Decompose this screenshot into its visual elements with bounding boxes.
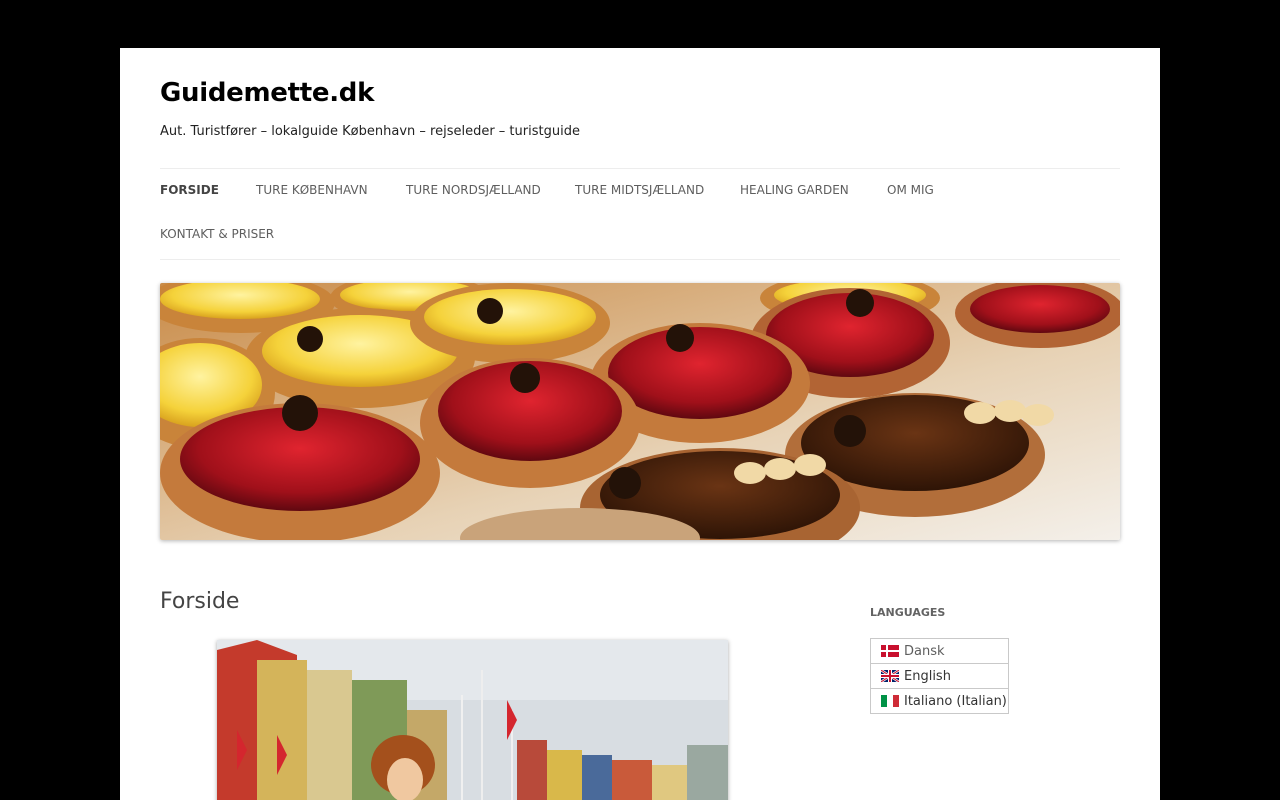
language-item-dansk[interactable]: Dansk — [871, 639, 1008, 664]
site-title-link[interactable]: Guidemette.dk — [160, 78, 374, 108]
uk-flag-icon — [881, 670, 899, 682]
header-image — [160, 283, 1120, 540]
language-label: Italiano (Italian) — [904, 694, 1007, 709]
nav-item-om-mig[interactable]: Om mig — [887, 183, 934, 197]
nav-item-forside[interactable]: Forside — [160, 183, 219, 197]
language-label: English — [904, 669, 951, 684]
nav-item-ture-midtsjaelland[interactable]: Ture Midtsjælland — [575, 183, 704, 197]
language-list: Dansk English Italiano (Italian) — [870, 638, 1009, 714]
nav-item-ture-nordsjaelland[interactable]: Ture Nordsjælland — [406, 183, 541, 197]
denmark-flag-icon — [881, 645, 899, 657]
page-title: Forside — [160, 589, 240, 614]
italy-flag-icon — [881, 695, 899, 707]
nyhavn-photo-illustration — [217, 640, 728, 800]
language-item-italiano[interactable]: Italiano (Italian) — [871, 689, 1008, 713]
languages-widget-title: Languages — [870, 606, 946, 619]
language-item-english[interactable]: English — [871, 664, 1008, 689]
language-label: Dansk — [904, 644, 945, 659]
tarts-header-illustration — [160, 283, 1120, 540]
nav-item-healing-garden[interactable]: Healing Garden — [740, 183, 849, 197]
main-navigation: Forside Ture København Ture Nordsjælland… — [160, 168, 1120, 260]
page-container: Guidemette.dk Aut. Turistfører – lokalgu… — [120, 48, 1160, 800]
site-tagline: Aut. Turistfører – lokalguide København … — [160, 124, 580, 139]
nav-item-kontakt-priser[interactable]: Kontakt & Priser — [160, 227, 274, 241]
content-photo — [217, 640, 728, 800]
nav-item-ture-koebenhavn[interactable]: Ture København — [256, 183, 368, 197]
